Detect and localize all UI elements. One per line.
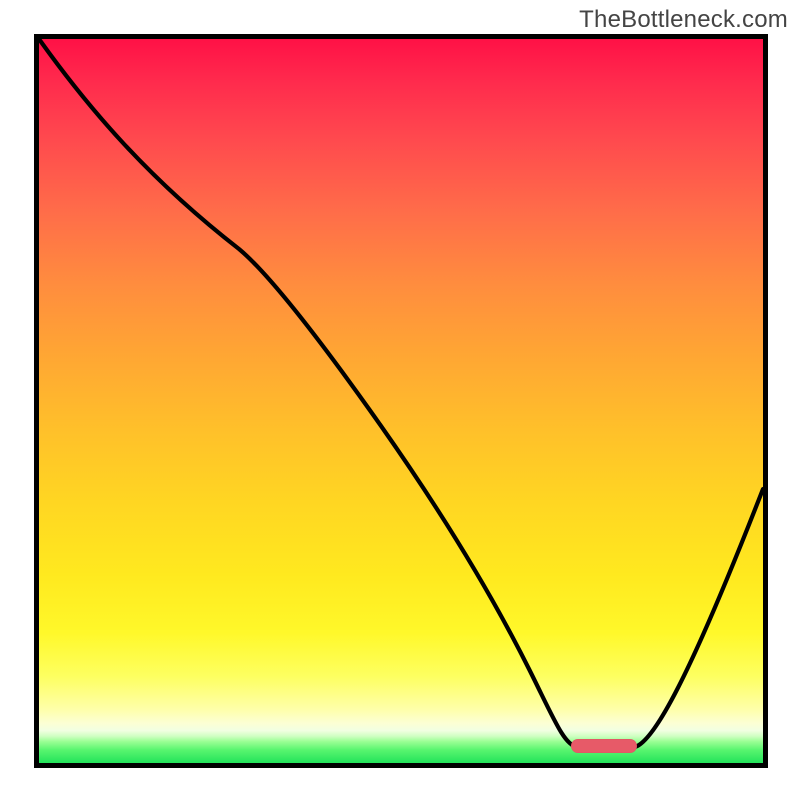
optimal-range-marker	[571, 739, 637, 753]
chart-stage: TheBottleneck.com	[0, 0, 800, 800]
bottleneck-curve	[39, 39, 763, 747]
curve-layer	[39, 39, 763, 763]
plot-area	[34, 34, 768, 768]
watermark-label: TheBottleneck.com	[579, 6, 788, 34]
